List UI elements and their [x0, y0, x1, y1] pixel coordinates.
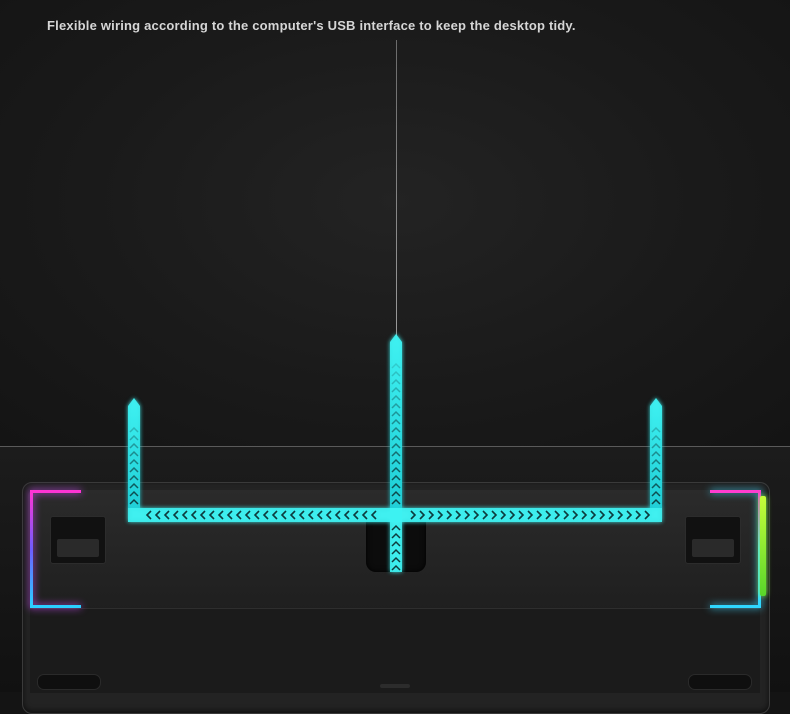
route-bar-center-drop	[390, 508, 402, 572]
cable-route-arrows-icon	[128, 334, 662, 572]
